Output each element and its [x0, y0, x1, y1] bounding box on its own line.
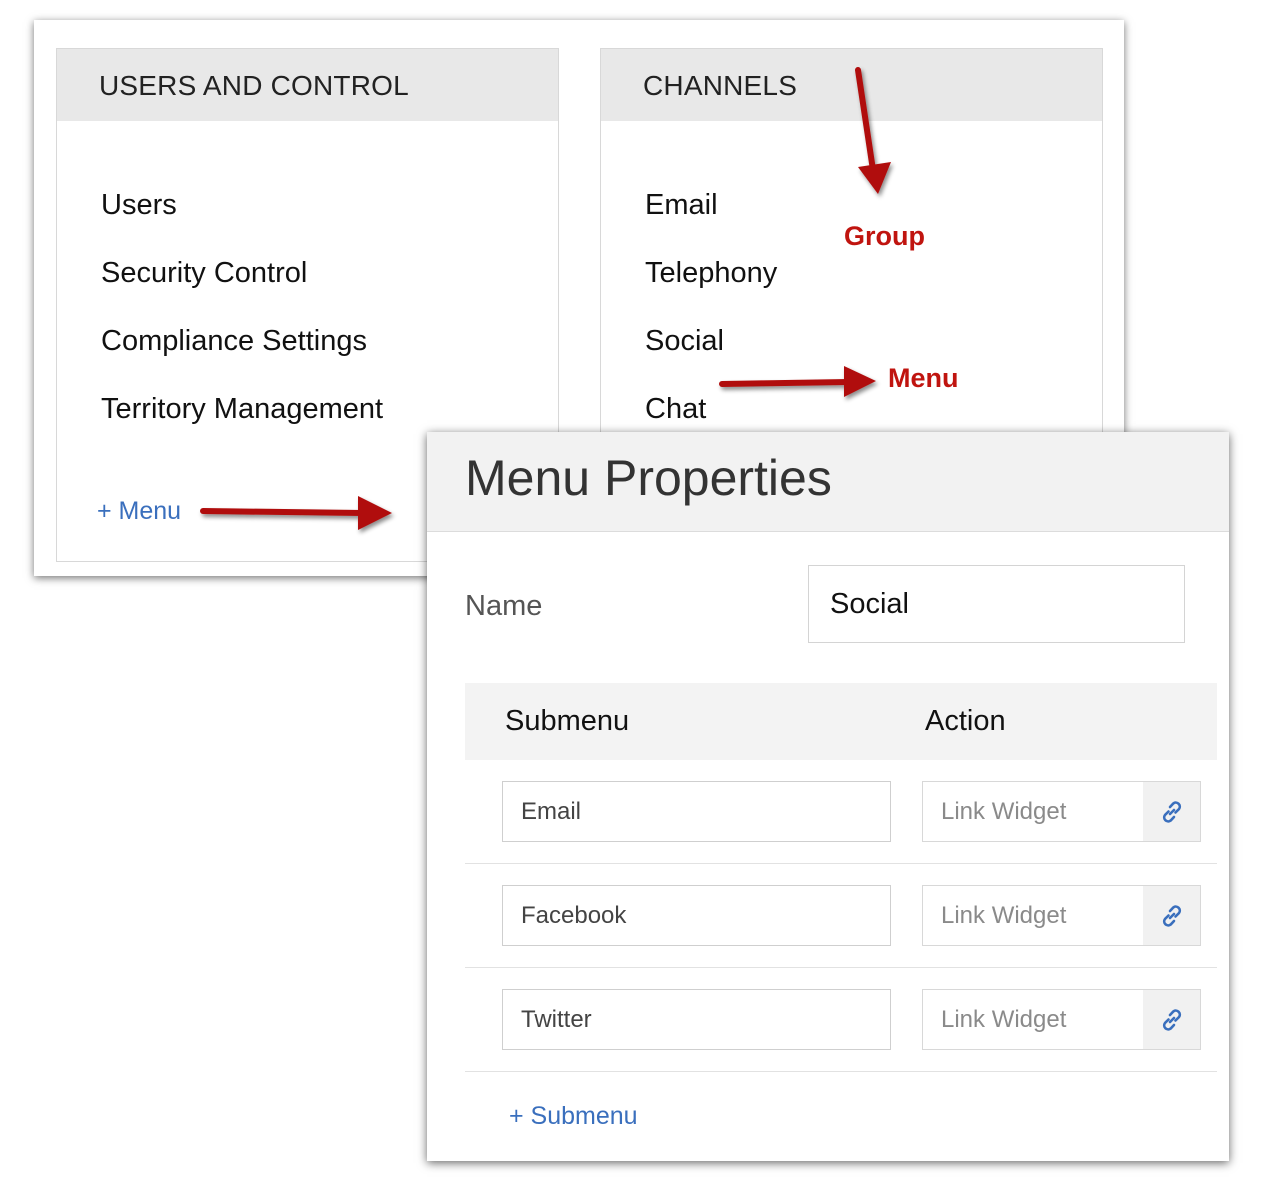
menu-item-social[interactable]: Social [645, 325, 724, 358]
submenu-table: Submenu Action Email Link Widget Faceboo… [465, 683, 1217, 1072]
group-title: CHANNELS [601, 49, 1102, 121]
action-field[interactable]: Link Widget [922, 781, 1201, 842]
table-row: Facebook Link Widget [465, 864, 1217, 968]
action-field[interactable]: Link Widget [922, 989, 1201, 1050]
menu-item-compliance-settings[interactable]: Compliance Settings [101, 325, 367, 358]
name-label: Name [465, 590, 543, 622]
menu-item-security-control[interactable]: Security Control [101, 257, 307, 290]
link-icon[interactable] [1143, 886, 1200, 945]
action-field[interactable]: Link Widget [922, 885, 1201, 946]
submenu-table-header: Submenu Action [465, 683, 1217, 760]
menu-item-email[interactable]: Email [645, 189, 718, 222]
add-submenu-link[interactable]: + Submenu [509, 1102, 638, 1131]
action-placeholder: Link Widget [941, 902, 1067, 929]
action-placeholder: Link Widget [941, 798, 1067, 825]
dialog-title: Menu Properties [465, 450, 832, 506]
annotation-menu-label: Menu [888, 363, 959, 393]
menu-item-territory-management[interactable]: Territory Management [101, 393, 383, 426]
action-placeholder: Link Widget [941, 1006, 1067, 1033]
menu-properties-dialog: Menu Properties Name Social Submenu Acti… [427, 432, 1229, 1161]
menu-item-telephony[interactable]: Telephony [645, 257, 777, 290]
name-input[interactable]: Social [808, 565, 1185, 643]
submenu-input[interactable]: Facebook [502, 885, 891, 946]
submenu-input[interactable]: Twitter [502, 989, 891, 1050]
column-header-action: Action [925, 705, 1006, 737]
column-header-submenu: Submenu [505, 705, 630, 737]
annotation-group-label: Group [844, 221, 925, 251]
submenu-input[interactable]: Email [502, 781, 891, 842]
link-icon[interactable] [1143, 782, 1200, 841]
menu-item-users[interactable]: Users [101, 189, 177, 222]
menu-item-chat[interactable]: Chat [645, 393, 706, 426]
add-menu-link[interactable]: + Menu [97, 497, 181, 526]
dialog-header: Menu Properties [427, 432, 1229, 532]
link-icon[interactable] [1143, 990, 1200, 1049]
table-row: Twitter Link Widget [465, 968, 1217, 1072]
group-title: USERS AND CONTROL [57, 49, 558, 121]
table-row: Email Link Widget [465, 760, 1217, 864]
